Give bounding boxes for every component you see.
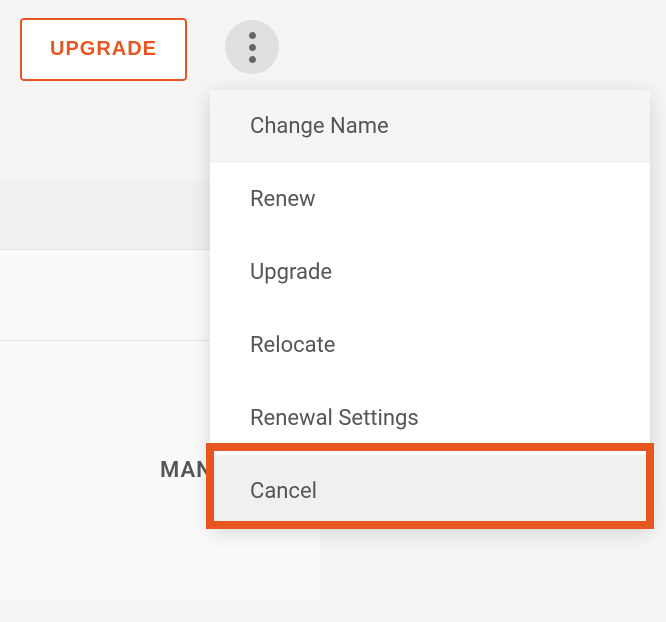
upgrade-button-label: UPGRADE xyxy=(50,38,157,60)
more-options-button[interactable] xyxy=(225,20,279,74)
menu-item-change-name[interactable]: Change Name xyxy=(210,90,650,163)
menu-item-label: Renew xyxy=(250,187,316,212)
menu-item-label: Renewal Settings xyxy=(250,406,419,431)
menu-item-label: Upgrade xyxy=(250,260,332,285)
menu-item-renewal-settings[interactable]: Renewal Settings xyxy=(210,382,650,455)
menu-item-upgrade[interactable]: Upgrade xyxy=(210,236,650,309)
menu-item-cancel[interactable]: Cancel xyxy=(210,455,650,528)
menu-item-label: Cancel xyxy=(250,479,317,504)
menu-item-label: Change Name xyxy=(250,114,389,139)
upgrade-button[interactable]: UPGRADE xyxy=(20,18,187,81)
vertical-dots-icon xyxy=(249,32,256,63)
menu-item-relocate[interactable]: Relocate xyxy=(210,309,650,382)
menu-item-label: Relocate xyxy=(250,333,335,358)
dropdown-menu: Change Name Renew Upgrade Relocate Renew… xyxy=(210,90,650,528)
menu-item-renew[interactable]: Renew xyxy=(210,163,650,236)
